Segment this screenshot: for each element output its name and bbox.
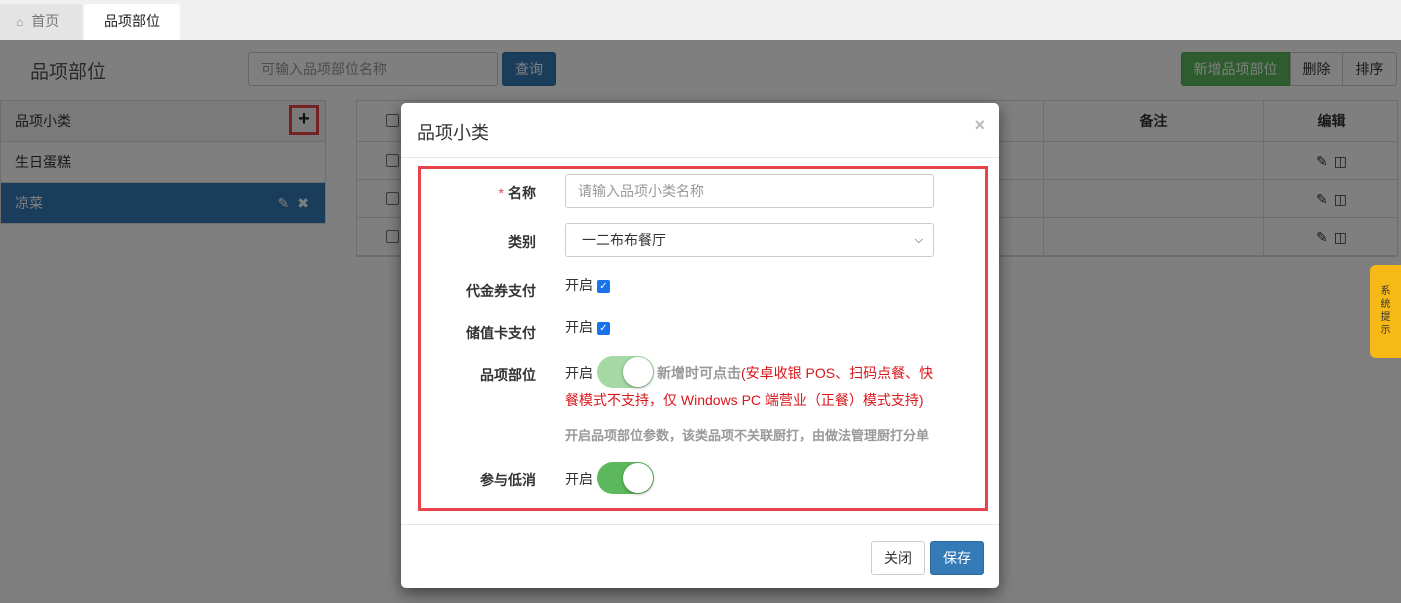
voucher-pay-label: 代金券支付 (466, 283, 536, 299)
tab-bar: ⌂ 首页 品项部位 (0, 0, 1401, 40)
name-label-text: 名称 (508, 185, 536, 201)
system-tip-tab[interactable]: 系统提示 (1370, 265, 1401, 358)
item-part-note-gray: 新增时可点击 (657, 365, 741, 381)
category-select-value: 一二布布餐厅 (582, 232, 666, 248)
save-button[interactable]: 保存 (930, 541, 984, 575)
chevron-down-icon: ⌵ (914, 234, 923, 246)
voucher-pay-state: 开启 (565, 277, 593, 293)
item-part-note-line-1: 新增时可点击(安卓收银 POS、扫码点餐、快 (657, 363, 937, 383)
item-part-note-red-2: 餐模式不支持，仅 Windows PC 端营业（正餐）模式支持) (565, 392, 924, 408)
item-part-note-red-1: (安卓收银 POS、扫码点餐、快 (741, 365, 934, 381)
stored-card-pay-state: 开启 (565, 319, 593, 335)
name-label: * 名称 (386, 183, 536, 203)
modal-footer: 关闭 保存 (401, 524, 999, 588)
item-part-label: 品项部位 (480, 367, 536, 383)
tab-item-part-label: 品项部位 (104, 13, 160, 29)
min-spend-toggle[interactable] (597, 462, 654, 494)
toggle-knob (623, 463, 653, 493)
modal-title: 品项小类 (417, 123, 489, 143)
tab-home-label: 首页 (31, 13, 60, 29)
system-tip-label: 系统提示 (1380, 286, 1391, 336)
close-icon[interactable]: × (974, 115, 985, 136)
stored-card-pay-control: 开启 ✓ (565, 317, 610, 337)
tab-item-part[interactable]: 品项部位 (84, 4, 180, 40)
category-select[interactable]: 一二布布餐厅 ⌵ (565, 223, 934, 257)
item-part-hint: 开启品项部位参数，该类品项不关联厨打，由做法管理厨打分单 (565, 428, 930, 443)
name-input[interactable]: 请输入品项小类名称 (565, 174, 934, 208)
category-label: 类别 (508, 234, 536, 250)
toggle-knob (623, 357, 653, 387)
tab-home[interactable]: ⌂ 首页 (0, 4, 82, 40)
min-spend-state: 开启 (565, 471, 593, 487)
min-spend-label: 参与低消 (480, 472, 536, 488)
close-button[interactable]: 关闭 (871, 541, 925, 575)
stored-card-pay-checkbox[interactable]: ✓ (597, 322, 610, 335)
voucher-pay-control: 开启 ✓ (565, 275, 610, 295)
home-icon: ⌂ (16, 15, 24, 29)
stored-card-pay-label: 储值卡支付 (466, 325, 536, 341)
item-part-toggle[interactable] (597, 356, 654, 388)
required-mark: * (498, 185, 504, 201)
modal-header: 品项小类 × (401, 103, 999, 158)
voucher-pay-checkbox[interactable]: ✓ (597, 280, 610, 293)
subcategory-modal: 品项小类 × * 名称 请输入品项小类名称 类别 一二布布餐厅 ⌵ 代金券支付 开… (401, 103, 999, 588)
item-part-state: 开启 (565, 365, 593, 381)
